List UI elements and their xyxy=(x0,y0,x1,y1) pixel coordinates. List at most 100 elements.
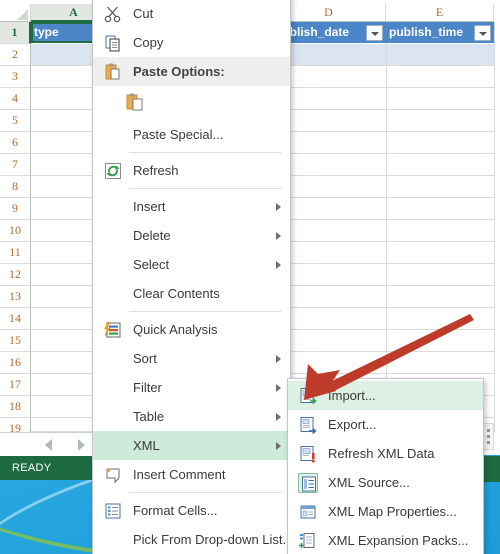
paste-options-gallery[interactable] xyxy=(93,86,290,120)
row-header-14[interactable]: 14 xyxy=(0,308,31,330)
paste-gallery-icon[interactable] xyxy=(125,92,145,112)
menu-item-label: Refresh xyxy=(133,163,179,178)
menu-item-label: Paste Options: xyxy=(133,64,225,79)
xml-refresh-icon xyxy=(298,444,318,464)
row-header-3[interactable]: 3 xyxy=(0,66,31,88)
chevron-right-icon xyxy=(276,413,281,421)
row-header-17[interactable]: 17 xyxy=(0,374,31,396)
row-header-11[interactable]: 11 xyxy=(0,242,31,264)
menu-item-sort[interactable]: Sort xyxy=(93,344,290,373)
menu-item-filter[interactable]: Filter xyxy=(93,373,290,402)
submenu-item-label: Export... xyxy=(328,417,377,432)
menu-item-label: Insert xyxy=(133,199,166,214)
comment-icon xyxy=(103,465,123,485)
xml-map-icon xyxy=(298,502,318,522)
quick-analysis-icon xyxy=(103,320,123,340)
xml-expansion-icon xyxy=(298,531,318,551)
select-all-triangle-icon xyxy=(17,9,28,20)
row-header-12[interactable]: 12 xyxy=(0,264,31,286)
row-header-5[interactable]: 5 xyxy=(0,110,31,132)
menu-item-quick-analysis[interactable]: Quick Analysis xyxy=(93,315,290,344)
row-header-7[interactable]: 7 xyxy=(0,154,31,176)
menu-item-label: Filter xyxy=(133,380,162,395)
menu-item-insert[interactable]: Insert xyxy=(93,192,290,221)
row-header-4[interactable]: 4 xyxy=(0,88,31,110)
previous-sheet-arrow-icon[interactable] xyxy=(45,439,52,451)
menu-item-xml[interactable]: XML xyxy=(93,431,290,460)
filter-dropdown-icon-publish-date[interactable] xyxy=(366,25,383,41)
menu-item-select[interactable]: Select xyxy=(93,250,290,279)
row-header-18[interactable]: 18 xyxy=(0,396,31,418)
menu-item-paste-special[interactable]: Paste Special... xyxy=(93,120,290,149)
menu-item-insert-comment[interactable]: Insert Comment xyxy=(93,460,290,489)
row-header-6[interactable]: 6 xyxy=(0,132,31,154)
copy-icon xyxy=(103,33,123,53)
submenu-item-xml-map-properties[interactable]: XML Map Properties... xyxy=(288,497,483,526)
submenu-item-label: XML Expansion Packs... xyxy=(328,533,469,548)
context-menu[interactable]: Cut Copy Paste Options: Paste Special...… xyxy=(92,0,294,554)
scissors-icon xyxy=(103,4,123,24)
menu-item-label: Clear Contents xyxy=(133,286,220,301)
row-header-15[interactable]: 15 xyxy=(0,330,31,352)
row-header-16[interactable]: 16 xyxy=(0,352,31,374)
menu-item-delete[interactable]: Delete xyxy=(93,221,290,250)
submenu-item-xml-expansion-packs[interactable]: XML Expansion Packs... xyxy=(288,526,483,554)
row-header-13[interactable]: 13 xyxy=(0,286,31,308)
chevron-right-icon xyxy=(276,261,281,269)
menu-separator xyxy=(129,188,282,189)
menu-item-label: Paste Special... xyxy=(133,127,224,142)
submenu-item-label: XML Source... xyxy=(328,475,410,490)
menu-item-label: Insert Comment xyxy=(133,467,226,482)
menu-item-label: Cut xyxy=(133,6,154,21)
menu-item-table[interactable]: Table xyxy=(93,402,290,431)
xml-source-icon xyxy=(298,473,318,493)
submenu-item-import[interactable]: Import... xyxy=(288,381,483,410)
chevron-right-icon xyxy=(276,384,281,392)
gridline xyxy=(494,22,495,432)
menu-item-label: Sort xyxy=(133,351,157,366)
menu-item-paste-options: Paste Options: xyxy=(93,57,290,86)
submenu-item-export[interactable]: Export... xyxy=(288,410,483,439)
xml-submenu[interactable]: Import... Export... Refresh XML Data XML… xyxy=(287,378,484,554)
format-cells-icon xyxy=(103,501,123,521)
menu-item-label: Quick Analysis xyxy=(133,322,218,337)
gridline xyxy=(386,22,387,432)
xml-import-icon xyxy=(298,386,318,406)
menu-item-label: XML xyxy=(133,438,160,453)
menu-separator xyxy=(129,152,282,153)
menu-item-cut[interactable]: Cut xyxy=(93,0,290,28)
chevron-right-icon xyxy=(276,442,281,450)
menu-item-clear-contents[interactable]: Clear Contents xyxy=(93,279,290,308)
chevron-right-icon xyxy=(276,355,281,363)
submenu-item-label: Refresh XML Data xyxy=(328,446,435,461)
select-all-corner[interactable] xyxy=(0,4,31,22)
menu-item-copy[interactable]: Copy xyxy=(93,28,290,57)
next-sheet-arrow-icon[interactable] xyxy=(78,439,85,451)
menu-separator xyxy=(129,492,282,493)
row-header-1[interactable]: 1 xyxy=(0,22,31,44)
submenu-item-refresh-xml-data[interactable]: Refresh XML Data xyxy=(288,439,483,468)
submenu-item-label: Import... xyxy=(328,388,376,403)
refresh-icon xyxy=(103,161,123,181)
filter-dropdown-icon-publish-time[interactable] xyxy=(474,25,491,41)
menu-item-pick-from-dropdown-list[interactable]: Pick From Drop-down List... xyxy=(93,525,294,554)
clipboard-icon xyxy=(103,62,123,82)
menu-item-label: Select xyxy=(133,257,170,272)
excel-screenshot: A B C D E 1 2 3 4 5 6 7 8 9 10 11 12 13 … xyxy=(0,0,500,554)
menu-item-refresh[interactable]: Refresh xyxy=(93,156,290,185)
chevron-right-icon xyxy=(276,203,281,211)
row-header-9[interactable]: 9 xyxy=(0,198,31,220)
status-bar-right-segment xyxy=(484,456,500,482)
status-text: READY xyxy=(12,462,52,474)
menu-item-label: Delete xyxy=(133,228,171,243)
chevron-right-icon xyxy=(276,232,281,240)
submenu-item-xml-source[interactable]: XML Source... xyxy=(288,468,483,497)
menu-item-format-cells[interactable]: Format Cells... xyxy=(93,496,290,525)
row-header-10[interactable]: 10 xyxy=(0,220,31,242)
row-header-8[interactable]: 8 xyxy=(0,176,31,198)
row-header-2[interactable]: 2 xyxy=(0,44,31,66)
column-header-e[interactable]: E xyxy=(386,4,494,22)
menu-item-label: Pick From Drop-down List... xyxy=(133,532,294,547)
xml-export-icon xyxy=(298,415,318,435)
menu-item-label: Format Cells... xyxy=(133,503,218,518)
